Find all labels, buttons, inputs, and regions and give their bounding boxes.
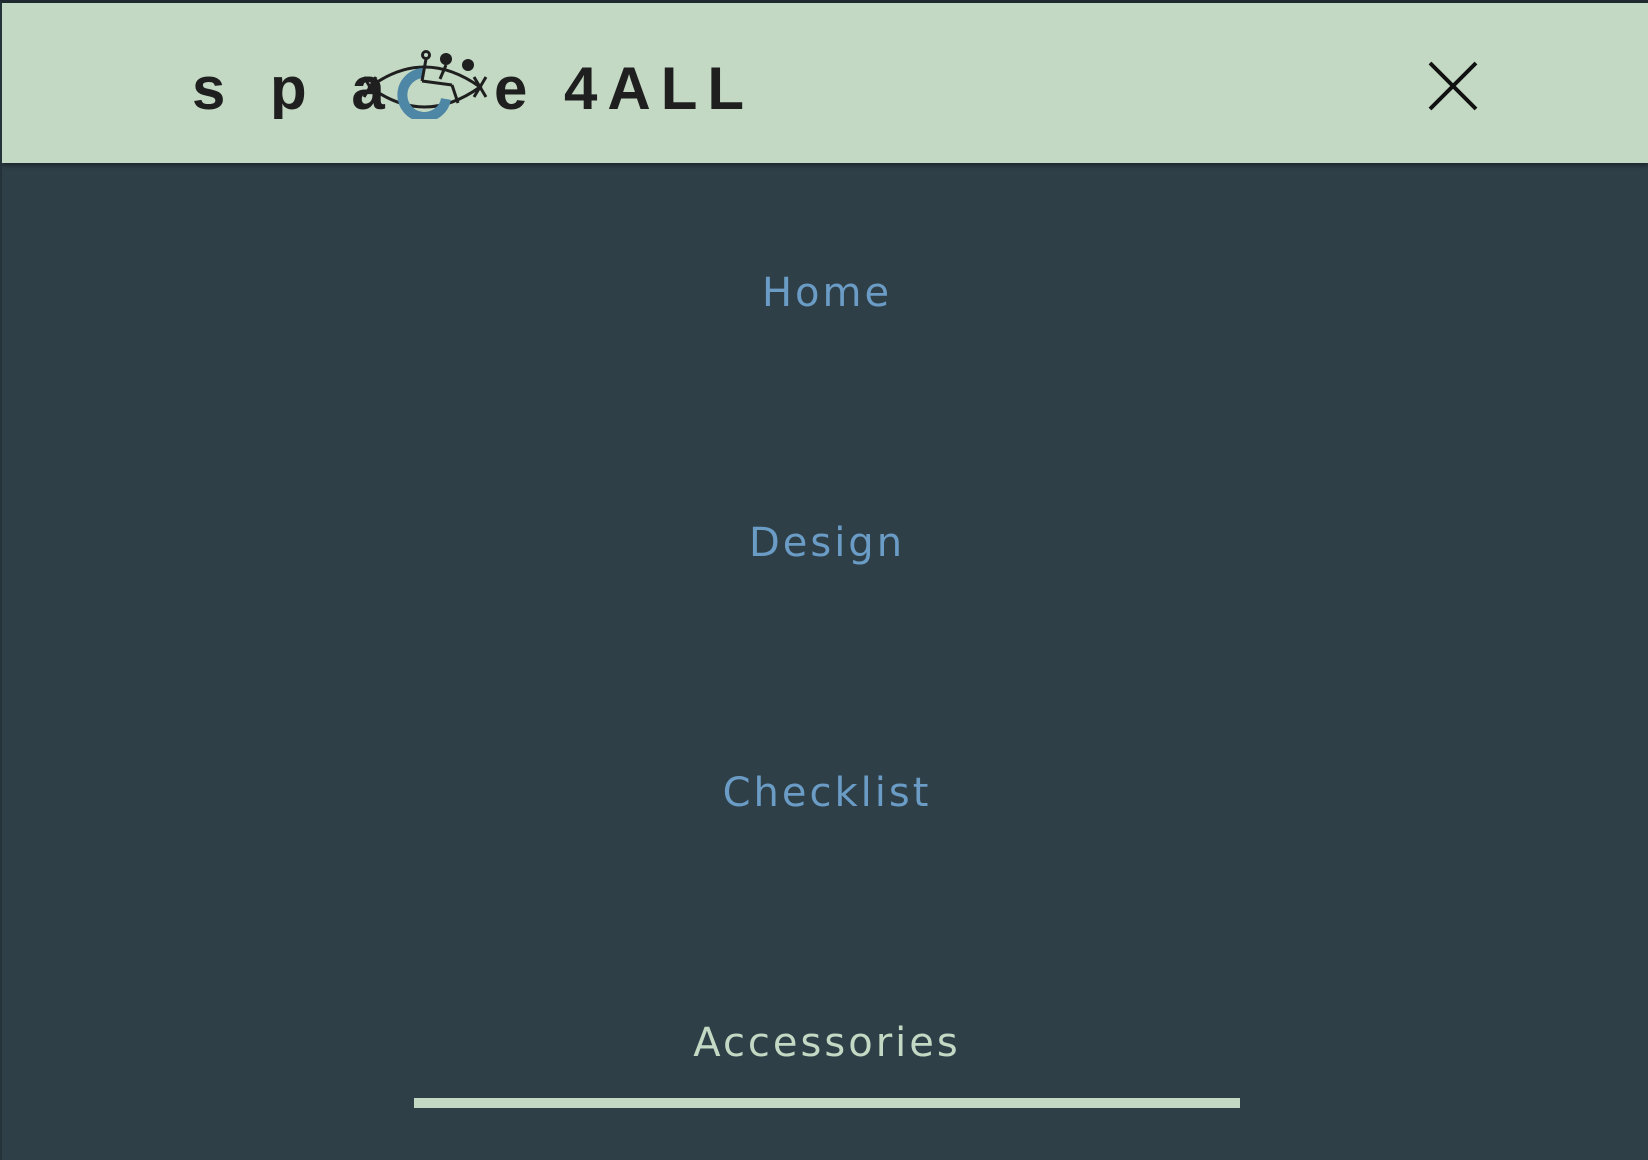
mobile-menu-overlay: s p a e 4ALL Home Design Checklist Acces… (0, 0, 1648, 1160)
nav-item-design[interactable]: Design (414, 488, 1240, 598)
nav-item-label: Home (761, 270, 893, 316)
nav-item-home[interactable]: Home (414, 238, 1240, 348)
logo-text-suffix: e 4ALL (494, 55, 752, 119)
logo-graphic: s p a e 4ALL (192, 50, 752, 122)
close-menu-button[interactable] (1422, 55, 1484, 117)
nav-item-label: Accessories (693, 1020, 961, 1066)
nav-item-accessories[interactable]: Accessories (414, 988, 1240, 1108)
site-header: s p a e 4ALL (2, 3, 1648, 163)
nav-item-checklist[interactable]: Checklist (414, 738, 1240, 848)
nav-item-label: Design (748, 520, 906, 566)
close-icon (1428, 61, 1478, 111)
site-logo[interactable]: s p a e 4ALL (192, 39, 752, 122)
nav-item-label: Checklist (722, 770, 932, 816)
main-navigation: Home Design Checklist Accessories (2, 163, 1648, 1160)
